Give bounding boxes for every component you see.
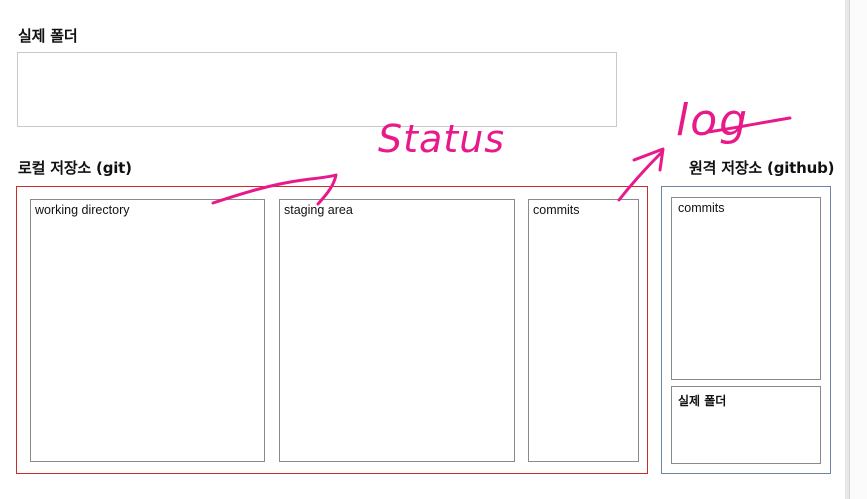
local-commits-label: commits	[533, 203, 580, 217]
remote-real-folder-label: 실제 폴더	[678, 394, 727, 408]
log-underline	[706, 116, 792, 134]
local-repo-heading: 로컬 저장소 (git)	[18, 159, 132, 177]
right-panel-edge	[849, 0, 867, 499]
log-arrowhead	[632, 147, 665, 172]
real-folder-box	[17, 52, 617, 127]
local-repo-container: working directory staging area commits	[16, 186, 648, 474]
real-folder-heading: 실제 폴더	[18, 27, 78, 45]
remote-commits-label: commits	[678, 201, 725, 215]
local-commits-box: commits	[528, 199, 639, 462]
staging-area-label: staging area	[284, 203, 353, 217]
remote-repo-heading: 원격 저장소 (github)	[689, 159, 835, 177]
staging-area-box: staging area	[279, 199, 515, 462]
working-directory-label: working directory	[35, 203, 130, 217]
remote-real-folder-box: 실제 폴더	[671, 386, 821, 464]
working-directory-box: working directory	[30, 199, 265, 462]
remote-repo-container: commits 실제 폴더	[661, 186, 831, 474]
remote-commits-box: commits	[671, 197, 821, 380]
log-annotation-text: log	[676, 95, 749, 146]
